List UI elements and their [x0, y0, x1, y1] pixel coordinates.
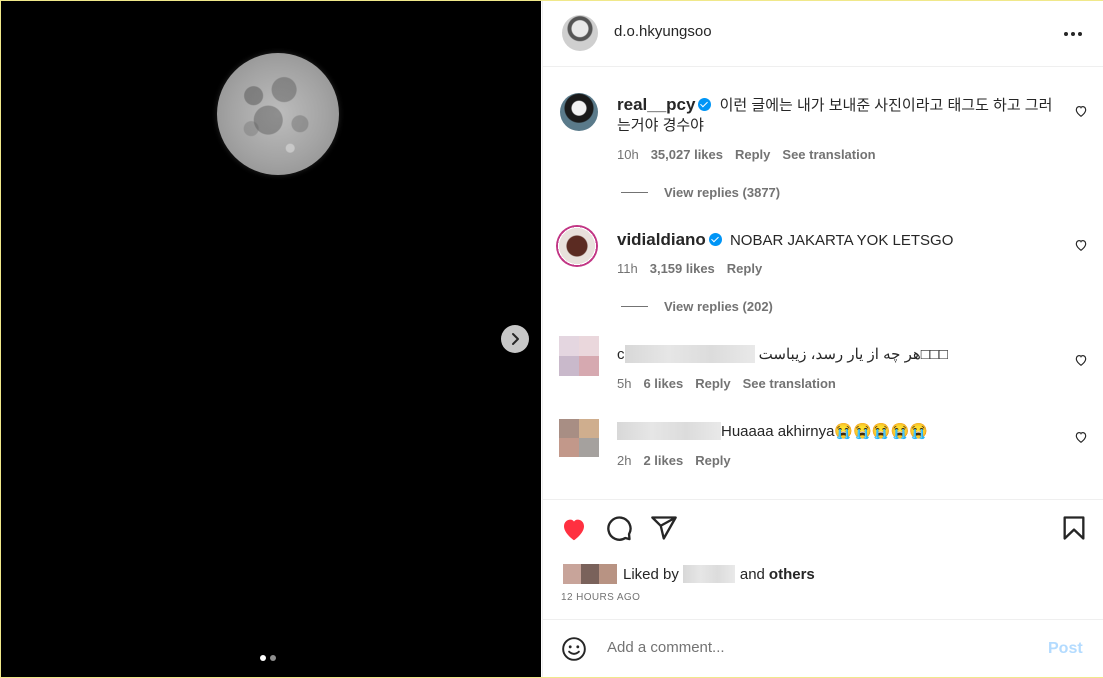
liker-avatar [563, 564, 581, 584]
comment-body: c هر چه از یار رسد، زیباست□□□ [617, 345, 1057, 365]
carousel-dot-2 [270, 655, 276, 661]
liker-avatar [599, 564, 617, 584]
author-avatar[interactable] [562, 15, 598, 51]
emoji-icon[interactable] [561, 636, 587, 662]
comment-icon[interactable] [605, 514, 633, 542]
liked-by-and: and [739, 565, 765, 583]
carousel-indicator [260, 655, 276, 661]
view-replies-button[interactable]: View replies (3877) [621, 185, 780, 200]
post-button[interactable]: Post [1048, 640, 1083, 658]
comment-time: 11h [617, 261, 638, 276]
more-horizontal-icon[interactable] [1062, 23, 1084, 45]
author-username[interactable]: d.o.hkyungsoo [614, 23, 712, 40]
comment-body: Huaaaa akhirnya😭😭😭😭😭 [617, 422, 1057, 442]
liked-by-others[interactable]: others [769, 566, 815, 583]
comment-likes[interactable]: 3,159 likes [650, 261, 715, 276]
commenter-username[interactable]: vidialdiano [617, 230, 706, 249]
comment-input[interactable] [605, 638, 1029, 657]
view-replies-label: View replies (3877) [664, 185, 781, 200]
heart-icon[interactable] [1074, 104, 1088, 118]
comment-body: vidialdiano NOBAR JAKARTA YOK LETSGO [617, 230, 1057, 251]
see-translation-link[interactable]: See translation [743, 376, 836, 391]
comment-likes[interactable]: 2 likes [643, 453, 683, 468]
post-header: d.o.hkyungsoo [543, 1, 1103, 67]
post-details-panel: d.o.hkyungsoo real__pcy 이런 글에는 내가 보내준 사진… [542, 1, 1103, 677]
comment-time: 10h [617, 147, 639, 162]
comment-meta: 5h 6 likes Reply See translation [617, 376, 836, 391]
add-comment-bar: Post [543, 619, 1103, 678]
reply-button[interactable]: Reply [695, 453, 730, 468]
liked-by-label: Liked by [623, 565, 679, 583]
heart-icon[interactable] [1074, 353, 1088, 367]
replies-line [621, 306, 648, 307]
next-image-button[interactable] [501, 325, 529, 353]
comment-body: real__pcy 이런 글에는 내가 보내준 사진이라고 태그도 하고 그러는… [617, 95, 1057, 136]
blurred-liker-name[interactable] [682, 565, 735, 583]
heart-icon[interactable] [559, 514, 589, 544]
commenter-username[interactable]: real__pcy [617, 95, 695, 114]
comment-meta: 11h 3,159 likes Reply [617, 261, 762, 276]
heart-icon[interactable] [1074, 238, 1088, 252]
verified-badge-icon [708, 233, 722, 246]
post-media[interactable] [1, 1, 541, 677]
view-replies-label: View replies (202) [664, 299, 773, 314]
chevron-right-icon [512, 333, 519, 345]
heart-icon[interactable] [1074, 430, 1088, 444]
commenter-username-prefix[interactable]: c [617, 346, 625, 363]
comment-text: NOBAR JAKARTA YOK LETSGO [729, 232, 954, 249]
liked-by-summary[interactable]: Liked by and others [563, 564, 815, 584]
replies-line [621, 192, 648, 193]
blurred-username[interactable] [617, 422, 721, 440]
blurred-username [624, 345, 755, 363]
reply-button[interactable]: Reply [727, 261, 762, 276]
commenter-avatar[interactable] [559, 336, 599, 376]
moon-photo [217, 53, 339, 175]
view-replies-button[interactable]: View replies (202) [621, 299, 773, 314]
comment-time: 5h [617, 376, 632, 391]
comment-text: هر چه از یار رسد، زیباست□□□ [758, 346, 948, 363]
verified-badge-icon [698, 98, 712, 111]
reply-button[interactable]: Reply [735, 147, 770, 162]
reply-button[interactable]: Reply [695, 376, 730, 391]
post-timestamp[interactable]: 12 HOURS AGO [561, 592, 640, 603]
post-actions: Liked by and others 12 HOURS AGO [543, 499, 1103, 620]
commenter-avatar[interactable] [556, 225, 598, 267]
comment-time: 2h [617, 453, 632, 468]
carousel-dot-1 [260, 655, 266, 661]
commenter-avatar[interactable] [560, 93, 598, 131]
comment-text: Huaaaa akhirnya😭😭😭😭😭 [721, 423, 928, 440]
comment-likes[interactable]: 6 likes [643, 376, 683, 391]
bookmark-icon[interactable] [1060, 514, 1088, 542]
share-icon[interactable] [650, 514, 678, 542]
liker-avatar [581, 564, 599, 584]
liked-by-avatars [563, 564, 617, 584]
see-translation-link[interactable]: See translation [782, 147, 875, 162]
comment-likes[interactable]: 35,027 likes [651, 147, 723, 162]
comment-meta: 10h 35,027 likes Reply See translation [617, 147, 876, 162]
comment-meta: 2h 2 likes Reply [617, 453, 731, 468]
commenter-avatar[interactable] [559, 419, 599, 457]
